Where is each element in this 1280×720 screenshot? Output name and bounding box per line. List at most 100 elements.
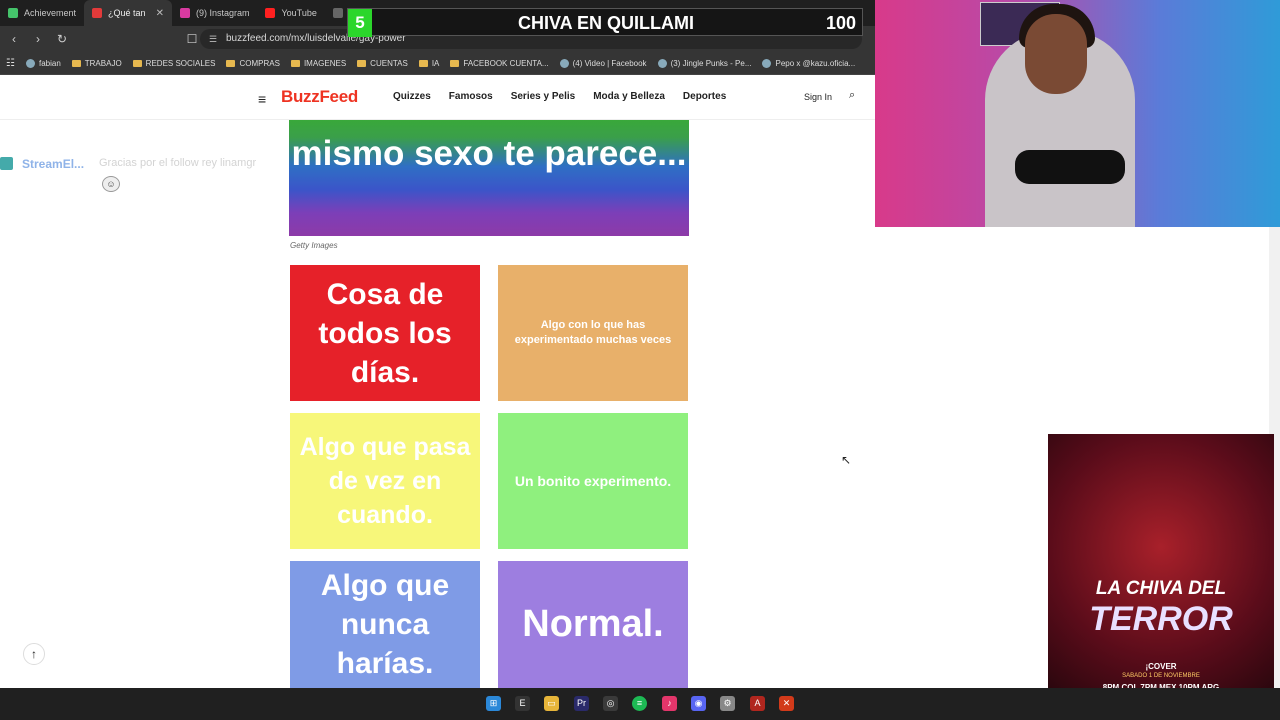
bookmark-item[interactable]: (3) Jingle Punks - Pe...: [657, 58, 752, 68]
tab-favicon-icon: [179, 8, 190, 18]
webcam-feed: [875, 0, 1280, 227]
discord-icon[interactable]: ◉: [691, 696, 706, 711]
bookmark-folder-icon: [25, 58, 35, 68]
browser-tab[interactable]: (9) Instagram: [172, 0, 258, 26]
chrome-icon[interactable]: ◎: [603, 696, 618, 711]
scroll-to-top-button[interactable]: ↑: [23, 643, 45, 665]
forward-icon[interactable]: ›: [28, 32, 48, 46]
event-flyer: LA CHIVA DEL TERROR ¡COVER SABADO 1 DE N…: [1048, 434, 1274, 716]
bookmark-folder-icon: [226, 59, 236, 67]
app-icon[interactable]: A: [750, 696, 765, 711]
bookmark-item[interactable]: COMPRAS: [226, 58, 280, 68]
windows-start-icon[interactable]: ⊞: [486, 696, 501, 711]
microphone: [1015, 150, 1125, 184]
bookmark-label: REDES SOCIALES: [145, 58, 216, 68]
answer-label: Algo que nunca harías.: [320, 569, 450, 680]
streamer-face: [1025, 14, 1087, 94]
bookmark-item[interactable]: FACEBOOK CUENTA...: [450, 58, 549, 68]
bookmark-item[interactable]: IMAGENES: [290, 59, 346, 68]
buzzfeed-logo[interactable]: BuzzFeed: [281, 87, 358, 107]
bookmark-label: FACEBOOK CUENTA...: [463, 58, 549, 68]
bookmark-item[interactable]: TRABAJO: [71, 59, 122, 68]
sign-in-link[interactable]: Sign In: [804, 92, 832, 102]
bookmarks-bar: ☷ fabian TRABAJO REDES SOCIALES COMPRAS IMAG…: [0, 52, 875, 75]
settings-icon[interactable]: ⚙: [720, 696, 735, 711]
reload-icon[interactable]: ↻: [52, 32, 72, 46]
image-credit: Getty Images: [290, 241, 338, 250]
bookmark-label: (4) Video | Facebook: [572, 58, 647, 68]
bookmark-label: IA: [431, 58, 440, 68]
nav-link[interactable]: Deportes: [683, 91, 726, 102]
nav-link[interactable]: Famosos: [449, 91, 493, 102]
site-info-icon[interactable]: ☰: [209, 29, 217, 49]
quiz-question-image: mismo sexo te parece...: [289, 120, 689, 236]
browser-tab[interactable]: YouTube: [257, 0, 324, 26]
counter-title: CHIVA EN QUILLAMI: [518, 13, 694, 33]
back-icon[interactable]: ‹: [4, 32, 24, 46]
premiere-icon[interactable]: Pr: [574, 696, 589, 711]
tiktok-icon[interactable]: ♪: [662, 696, 677, 711]
bookmark-item[interactable]: REDES SOCIALES: [132, 58, 216, 68]
quiz-answer-option[interactable]: Algo que nunca harías.: [290, 561, 480, 688]
bookmark-item[interactable]: (4) Video | Facebook: [559, 58, 647, 68]
bookmark-label: fabian: [38, 58, 61, 68]
bookmark-label: (3) Jingle Punks - Pe...: [670, 58, 752, 68]
tab-label: ¿Qué tan: [108, 8, 146, 18]
tab-label: YouTube: [281, 8, 317, 18]
quiz-answer-option[interactable]: Algo que pasa de vez en cuando.: [290, 413, 480, 549]
stream-elements-icon: [0, 157, 13, 170]
quiz-answer-option[interactable]: Algo con lo que has experimentado muchas…: [498, 265, 688, 401]
stream-counter: 5 CHIVA EN QUILLAMI 100: [347, 8, 863, 37]
site-header: ≡ BuzzFeed Quizzes Famosos Series y Pelis M…: [0, 76, 875, 120]
bookmark-folder-icon: [762, 58, 772, 68]
bookmark-folder-icon: [418, 59, 428, 67]
answer-label: Un bonito experimento.: [514, 472, 672, 489]
bookmark-item[interactable]: IA: [418, 58, 440, 68]
bookmark-star-icon[interactable]: ☐: [182, 32, 202, 46]
search-icon[interactable]: ⌕: [849, 89, 855, 102]
bookmark-folder-icon: [559, 58, 569, 68]
bookmark-label: Pepo x @kazu.oficia...: [775, 58, 856, 68]
bookmark-item[interactable]: CUENTAS: [357, 59, 408, 68]
bookmark-folder-icon: [450, 59, 460, 67]
flyer-title-terror: TERROR: [1089, 600, 1233, 638]
alert-message: Gracias por el follow rey linamgr: [99, 157, 257, 169]
question-text: mismo sexo te parece...: [291, 134, 687, 173]
browser-tab[interactable]: ¿Qué tan ✕: [84, 0, 172, 26]
bookmark-folder-icon: [71, 59, 81, 67]
bookmark-label: CUENTAS: [370, 58, 408, 68]
apps-icon[interactable]: ☷: [6, 58, 15, 69]
quiz-answer-option[interactable]: Un bonito experimento.: [498, 413, 688, 549]
bookmark-folder-icon: [290, 59, 300, 67]
nav-link[interactable]: Moda y Belleza: [593, 91, 665, 102]
tab-close-icon[interactable]: ✕: [156, 8, 164, 19]
menu-icon[interactable]: ≡: [258, 91, 266, 107]
tab-favicon-icon: [92, 8, 103, 18]
quiz-answer-option[interactable]: Cosa de todos los días.: [290, 265, 480, 401]
flyer-cover: ¡COVER: [1145, 662, 1177, 671]
counter-score: 100: [825, 13, 856, 33]
spotify-icon[interactable]: ≡: [632, 696, 647, 711]
tab-label: (9) Instagram: [195, 8, 250, 18]
follow-alert: StreamEl... Gracias por el follow rey li…: [0, 155, 300, 195]
quiz-answer-option[interactable]: Normal.: [498, 561, 688, 688]
flyer-date: SABADO 1 DE NOVIEMBRE: [1122, 673, 1200, 679]
bookmark-folder-icon: [657, 58, 667, 68]
bookmark-folder-icon: [132, 59, 142, 67]
tab-favicon-icon: [332, 8, 343, 18]
mouse-cursor-icon: ↖: [841, 453, 852, 467]
nav-link[interactable]: Quizzes: [393, 91, 431, 102]
flyer-title: LA CHIVA DEL: [1095, 578, 1227, 599]
bookmark-item[interactable]: fabian: [25, 58, 61, 68]
site-nav: Quizzes Famosos Series y Pelis Moda y Belle…: [393, 91, 726, 102]
epic-games-icon[interactable]: E: [515, 696, 530, 711]
browser-tab[interactable]: Achievement: [0, 0, 84, 26]
emote-icon: ☺: [102, 176, 120, 192]
tab-label: Achievement: [24, 8, 77, 18]
bookmark-label: COMPRAS: [239, 58, 280, 68]
file-explorer-icon[interactable]: ▭: [544, 696, 559, 711]
bookmark-item[interactable]: Pepo x @kazu.oficia...: [762, 58, 856, 68]
capcut-icon[interactable]: ✕: [779, 696, 794, 711]
nav-link[interactable]: Series y Pelis: [511, 91, 576, 102]
alert-username: StreamEl...: [22, 157, 85, 171]
